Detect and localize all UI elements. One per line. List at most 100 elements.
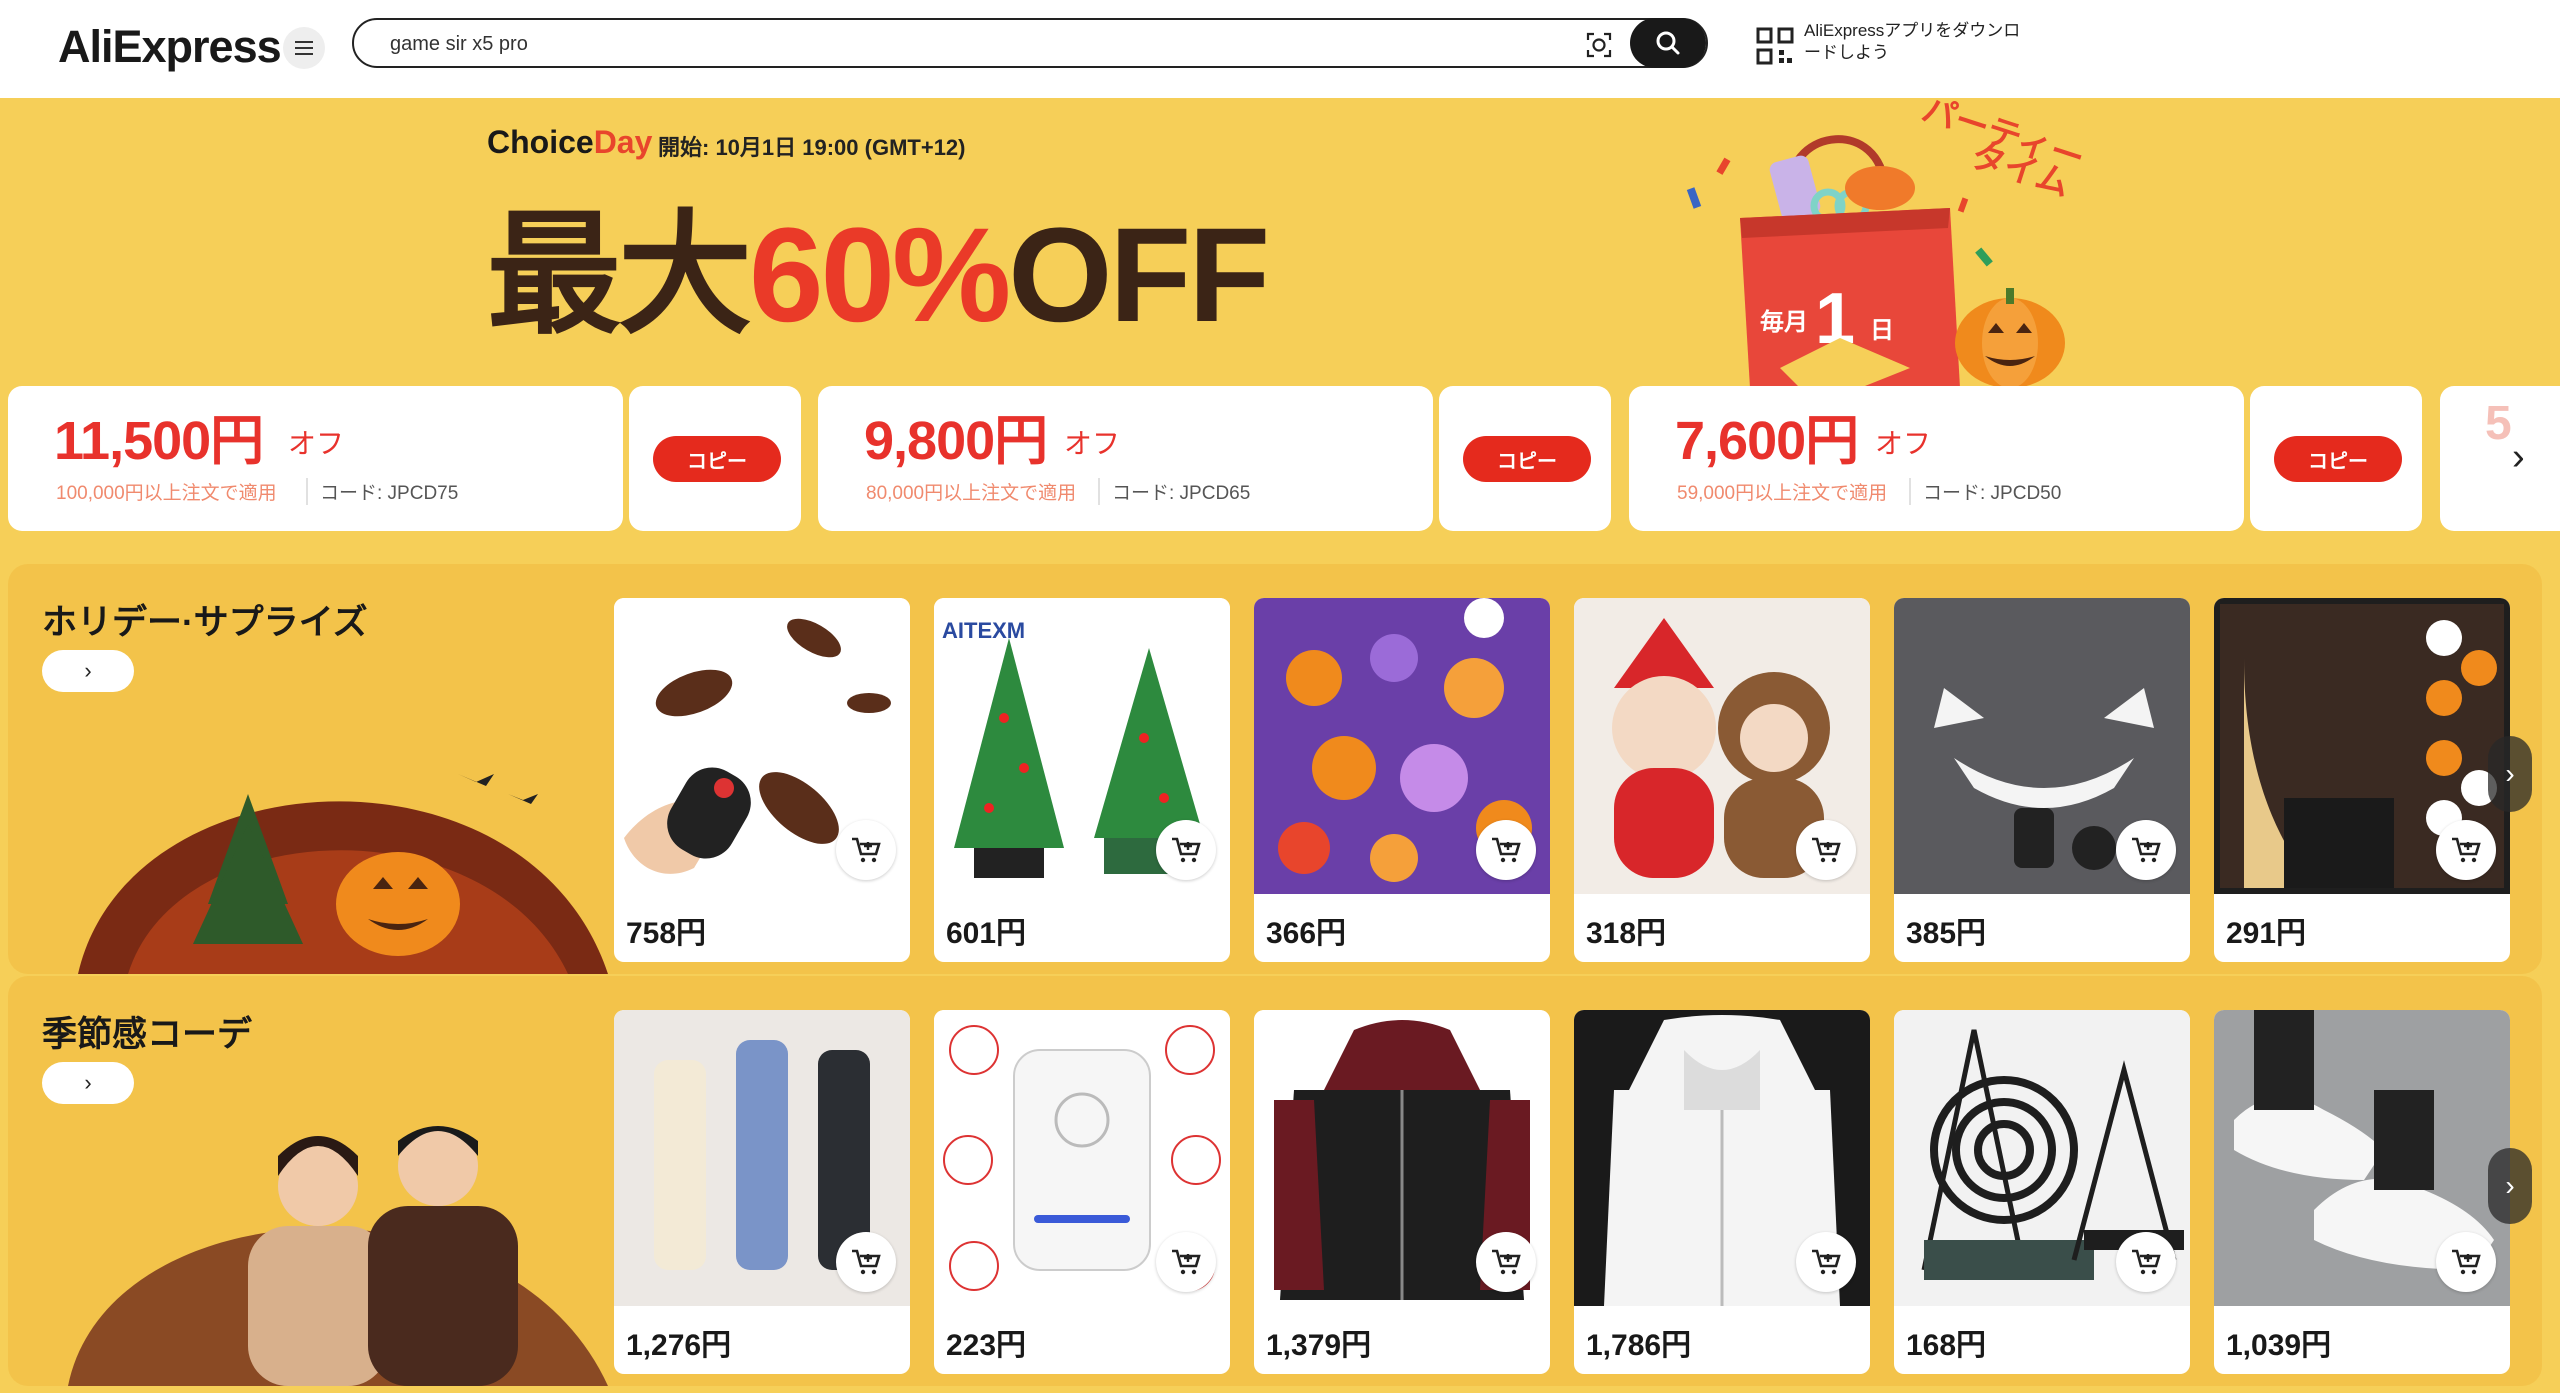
cart-icon: [852, 1249, 881, 1275]
svg-text:日: 日: [1870, 317, 1894, 344]
chevron-right-icon[interactable]: ›: [2488, 1148, 2532, 1224]
product-card[interactable]: AITEXM 601円: [934, 598, 1230, 962]
coupon-body: 11,500円 オフ 100,000円以上注文で適用 コード: JPCD75: [8, 386, 623, 531]
product-price: 223円: [946, 1329, 1027, 1362]
coupon-off-label: オフ: [1064, 428, 1121, 459]
product-price: 1,379円: [1266, 1329, 1372, 1362]
brand-label: AITEXM: [942, 618, 1025, 643]
promo-banner: ChoiceDay 開始: 10月1日 19:00 (GMT+12) 最大60%…: [0, 98, 2560, 1393]
add-to-cart-button[interactable]: [1476, 1232, 1536, 1292]
cart-icon: [2452, 837, 2481, 863]
search-button[interactable]: [1630, 18, 1706, 68]
coupon-code: コード: JPCD50: [1909, 478, 2061, 505]
product-card[interactable]: 366円: [1254, 598, 1550, 962]
add-to-cart-button[interactable]: [1796, 820, 1856, 880]
product-price: 385円: [1906, 917, 1987, 950]
choice-day: Day: [593, 124, 653, 160]
chevron-right-icon[interactable]: ›: [2512, 436, 2525, 479]
coupon-stub: コピー: [2250, 386, 2422, 531]
product-card[interactable]: 385円: [1894, 598, 2190, 962]
cart-icon: [1492, 1249, 1521, 1275]
product-price: 1,786円: [1586, 1329, 1692, 1362]
add-to-cart-button[interactable]: [836, 1232, 896, 1292]
headline-prefix: 最大: [487, 201, 752, 350]
chevron-right-icon[interactable]: ›: [2488, 736, 2532, 812]
cart-icon: [2452, 1249, 2481, 1275]
cart-icon: [2132, 1249, 2161, 1275]
discount-headline: 最大60%OFF: [487, 206, 1270, 346]
add-to-cart-button[interactable]: [836, 820, 896, 880]
product-price: 601円: [946, 917, 1027, 950]
event-start-time: 開始: 10月1日 19:00 (GMT+12): [658, 135, 966, 160]
section-more-button[interactable]: ›: [42, 1062, 134, 1104]
bag-suffix: 日: [1870, 317, 1894, 344]
coupon-condition: 80,000円以上注文で適用: [866, 483, 1077, 504]
copy-code-button[interactable]: コピー: [1463, 436, 1591, 482]
top-header: AliExpress AliExpressアプリをダウンロードしよう: [0, 0, 2560, 98]
coupon-off-label: オフ: [1875, 428, 1932, 459]
coupon-peek-amount: 5: [2485, 397, 2512, 450]
copy-code-button[interactable]: コピー: [653, 436, 781, 482]
product-card[interactable]: 223円: [934, 1010, 1230, 1374]
coupon-amount: 9,800円: [864, 411, 1048, 471]
coupon-stub: コピー: [629, 386, 801, 531]
product-card[interactable]: 1,039円: [2214, 1010, 2510, 1374]
product-card[interactable]: 168円: [1894, 1010, 2190, 1374]
section-more-button[interactable]: ›: [42, 650, 134, 692]
coupon-code: コード: JPCD65: [1098, 478, 1250, 505]
product-price: 1,276円: [626, 1329, 732, 1362]
search-input[interactable]: [388, 26, 1572, 62]
product-card[interactable]: 318円: [1574, 598, 1870, 962]
product-card[interactable]: 1,379円: [1254, 1010, 1550, 1374]
cart-icon: [1812, 837, 1841, 863]
section-seasonal-style: 季節感コーデ › 1,276円 223円 1,379円 1,786円 168円 …: [8, 976, 2542, 1386]
headline-percent: 60%: [749, 201, 1011, 350]
headline-suffix: OFF: [1008, 201, 1270, 350]
add-to-cart-button[interactable]: [1156, 820, 1216, 880]
holiday-scene-image: [78, 774, 608, 974]
product-price: 318円: [1586, 917, 1667, 950]
section-title: 季節感コーデ: [42, 1015, 253, 1054]
cart-icon: [1812, 1249, 1841, 1275]
add-to-cart-button[interactable]: [1156, 1232, 1216, 1292]
product-card[interactable]: 291円: [2214, 598, 2510, 962]
section-title: ホリデー·サプライズ: [42, 603, 368, 642]
add-to-cart-button[interactable]: [2116, 1232, 2176, 1292]
product-card[interactable]: 1,786円: [1574, 1010, 1870, 1374]
menu-icon[interactable]: [283, 27, 325, 69]
add-to-cart-button[interactable]: [2436, 1232, 2496, 1292]
coupon-off-label: オフ: [288, 428, 345, 459]
add-to-cart-button[interactable]: [1796, 1232, 1856, 1292]
add-to-cart-button[interactable]: [2116, 820, 2176, 880]
add-to-cart-button[interactable]: [1476, 820, 1536, 880]
copy-code-button[interactable]: コピー: [2274, 436, 2402, 482]
product-card[interactable]: 1,276円: [614, 1010, 910, 1374]
product-price: 291円: [2226, 917, 2307, 950]
shopping-bag-illustration: 毎月 1 日 パーティー タイム: [1686, 98, 2089, 388]
coupon-code: コード: JPCD75: [306, 478, 458, 505]
image-search-icon[interactable]: [1584, 30, 1614, 60]
search-icon: [1656, 31, 1680, 55]
cart-icon: [1172, 837, 1201, 863]
qr-code-icon[interactable]: [1756, 27, 1794, 65]
svg-text:AITEXM: AITEXM: [942, 618, 1025, 643]
coupon-amount: 7,600円: [1675, 411, 1859, 471]
coupon-body: 7,600円 オフ 59,000円以上注文で適用 コード: JPCD50: [1629, 386, 2244, 531]
product-card[interactable]: 758円: [614, 598, 910, 962]
aliexpress-logo[interactable]: AliExpress: [58, 18, 282, 76]
app-download-link[interactable]: AliExpressアプリをダウンロードしよう: [1804, 20, 2034, 64]
coupon-body: 9,800円 オフ 80,000円以上注文で適用 コード: JPCD65: [818, 386, 1433, 531]
coupon-next-peek[interactable]: 5 ›: [2440, 386, 2560, 531]
cart-icon: [2132, 837, 2161, 863]
bag-prefix: 毎月: [1760, 309, 1808, 336]
coupon-condition: 59,000円以上注文で適用: [1677, 483, 1888, 504]
product-price: 168円: [1906, 1329, 1987, 1362]
choice-day-logo: ChoiceDay: [487, 124, 652, 161]
coupon-condition: 100,000円以上注文で適用: [56, 483, 277, 504]
product-price: 1,039円: [2226, 1329, 2332, 1362]
section-holiday-surprise: ホリデー·サプライズ › 758円 AITEXM 601円 366円 318円 …: [8, 564, 2542, 974]
add-to-cart-button[interactable]: [2436, 820, 2496, 880]
product-price: 758円: [626, 917, 707, 950]
seasonal-couple-image: [68, 1126, 608, 1386]
choice-brand: Choice: [487, 124, 594, 160]
